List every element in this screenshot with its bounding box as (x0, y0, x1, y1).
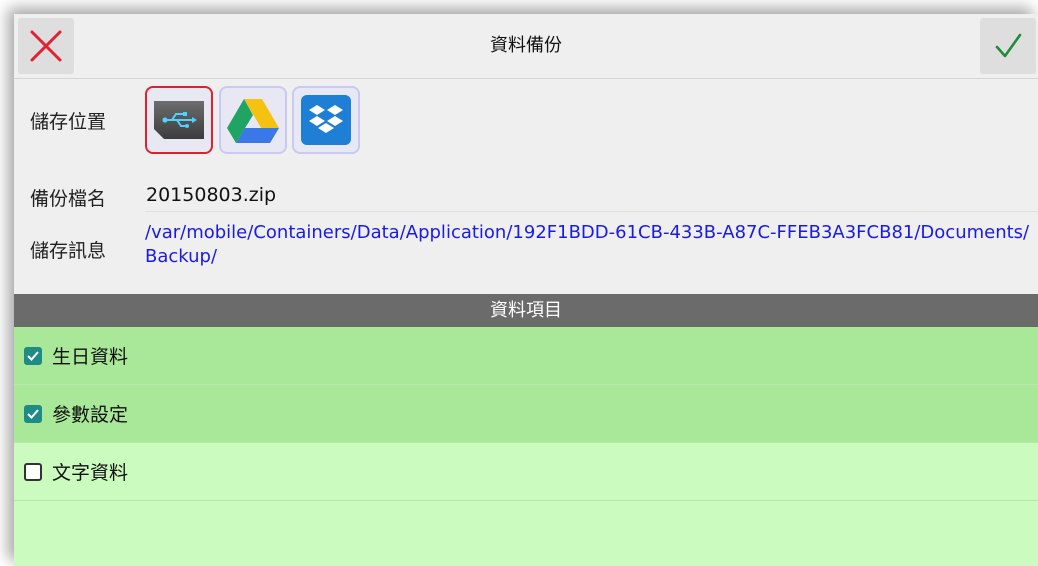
cancel-button[interactable] (18, 18, 74, 74)
google-drive-icon (227, 99, 279, 143)
data-items-list: 生日資料 參數設定 文字資料 (14, 327, 1038, 566)
sd-card-usb-icon (154, 101, 204, 139)
checkbox-checked-icon[interactable] (24, 346, 42, 365)
confirm-button[interactable] (980, 18, 1036, 74)
storage-location-label: 儲存位置 (30, 111, 107, 133)
backup-filename-value: 20150803.zip (146, 184, 277, 206)
storage-info-label: 儲存訊息 (30, 240, 107, 262)
storage-option-google-drive[interactable] (219, 86, 287, 154)
close-x-icon (30, 30, 62, 62)
dropbox-icon (301, 95, 351, 145)
data-items-header: 資料項目 (14, 294, 1038, 327)
checkmark-icon (995, 33, 1022, 58)
backup-filename-label: 備份檔名 (30, 188, 107, 210)
list-item-text-data[interactable]: 文字資料 (14, 443, 1038, 501)
list-item-label: 參數設定 (52, 404, 129, 426)
storage-option-local[interactable] (145, 86, 213, 154)
list-item-birthday-data[interactable]: 生日資料 (14, 327, 1038, 385)
divider (145, 211, 1038, 212)
backup-dialog: 資料備份 儲存位置 備份檔名 20150803.zip 儲存訊息 /var/mo… (14, 14, 1038, 566)
page-title: 資料備份 (490, 35, 562, 56)
backup-path-link[interactable]: /var/mobile/Containers/Data/Application/… (145, 221, 1038, 269)
list-item-label: 文字資料 (52, 462, 129, 484)
top-bar: 資料備份 (14, 14, 1038, 79)
checkbox-unchecked-icon[interactable] (24, 462, 42, 481)
list-item-settings[interactable]: 參數設定 (14, 385, 1038, 443)
checkbox-checked-icon[interactable] (24, 404, 42, 423)
storage-option-dropbox[interactable] (292, 86, 360, 154)
list-item-label: 生日資料 (52, 346, 129, 368)
